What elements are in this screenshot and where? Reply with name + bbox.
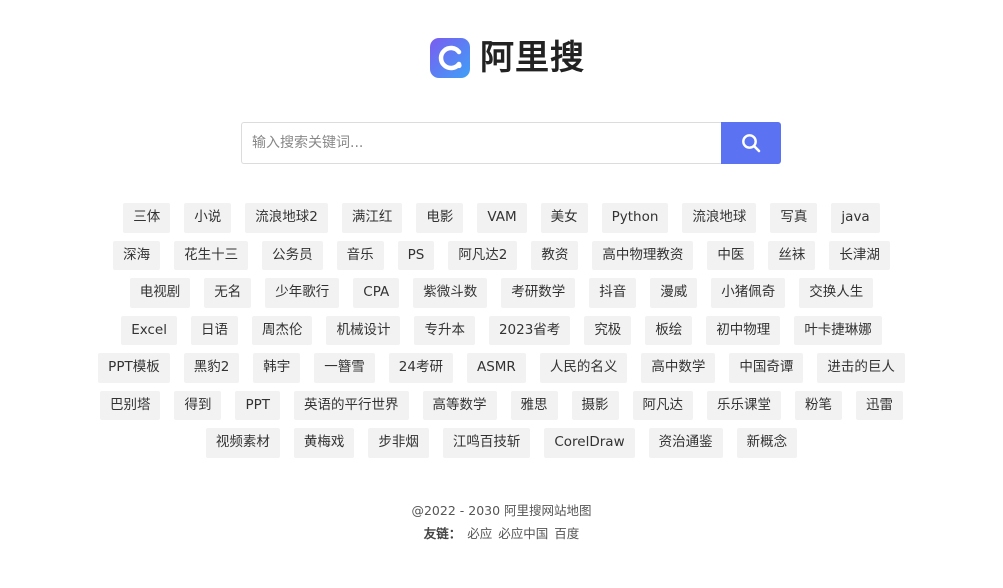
- keyword-tag[interactable]: 电视剧: [129, 278, 191, 308]
- keyword-tag[interactable]: 巴别塔: [99, 390, 161, 420]
- keyword-tag[interactable]: 小猪佩奇: [711, 278, 786, 308]
- keyword-tag[interactable]: 阿凡达: [632, 390, 694, 420]
- keyword-tag[interactable]: 流浪地球2: [245, 203, 328, 233]
- keyword-tag[interactable]: 得到: [174, 390, 222, 420]
- keyword-tag[interactable]: PPT模板: [98, 353, 170, 383]
- keyword-tag[interactable]: 写真: [770, 203, 818, 233]
- keyword-tag[interactable]: CorelDraw: [544, 428, 635, 458]
- keyword-tag[interactable]: 韩宇: [253, 353, 301, 383]
- keyword-tag[interactable]: 粉笔: [795, 390, 843, 420]
- friend-links: 友链： 必应 必应中国 百度: [0, 525, 1003, 543]
- keyword-tag[interactable]: 专升本: [414, 315, 475, 345]
- keyword-tag[interactable]: 无名: [204, 278, 252, 308]
- keyword-tag[interactable]: 丝袜: [768, 240, 816, 270]
- keyword-tag[interactable]: 深海: [113, 240, 161, 270]
- keyword-tag[interactable]: 教资: [531, 240, 579, 270]
- keyword-tag[interactable]: 英语的平行世界: [294, 390, 409, 420]
- keyword-tag[interactable]: 考研数学: [501, 278, 576, 308]
- search-icon: [742, 134, 761, 153]
- keyword-tag[interactable]: 一簪雪: [314, 353, 375, 383]
- keyword-tag[interactable]: 视频素材: [205, 428, 280, 458]
- keyword-tag[interactable]: 周杰伦: [251, 315, 313, 345]
- search-input[interactable]: [241, 122, 721, 164]
- keyword-tag[interactable]: java: [831, 203, 880, 233]
- friend-link-baidu[interactable]: 百度: [554, 526, 579, 541]
- keyword-tag[interactable]: 黄梅戏: [293, 428, 355, 458]
- keyword-tag[interactable]: PS: [397, 240, 435, 270]
- keyword-tag[interactable]: 2023省考: [488, 315, 571, 345]
- keyword-tag[interactable]: 机械设计: [326, 315, 401, 345]
- keyword-tag[interactable]: 高等数学: [422, 390, 497, 420]
- keyword-tag[interactable]: 进击的巨人: [817, 353, 905, 383]
- keyword-tag[interactable]: 长津湖: [829, 240, 890, 270]
- keyword-tag[interactable]: 中医: [707, 240, 755, 270]
- keyword-tag[interactable]: 叶卡捷琳娜: [794, 315, 882, 345]
- friend-link-bing-china[interactable]: 必应中国: [498, 526, 548, 541]
- keyword-tag[interactable]: 公务员: [262, 240, 323, 270]
- keyword-tag[interactable]: 人民的名义: [539, 353, 628, 383]
- page: 阿里搜 三体小说流浪地球2 满江红电影 VAM 美女 Python 流浪地球写真 java 深…: [0, 0, 1003, 588]
- keyword-tag[interactable]: ASMR: [466, 353, 526, 383]
- keyword-tag[interactable]: 高中物理教资: [592, 240, 694, 270]
- keyword-tag[interactable]: 三体: [123, 203, 171, 233]
- keyword-tag[interactable]: PPT: [235, 390, 281, 420]
- keyword-tag[interactable]: 中国奇谭: [729, 353, 804, 383]
- keyword-tag[interactable]: 少年歌行: [265, 278, 340, 308]
- keyword-tag[interactable]: 抖音: [589, 278, 637, 308]
- keyword-tag[interactable]: 满江红: [341, 203, 403, 233]
- keyword-tag[interactable]: 黑豹2: [183, 353, 240, 383]
- keyword-tag[interactable]: 究极: [584, 315, 632, 345]
- keyword-tag[interactable]: 流浪地球: [682, 203, 757, 233]
- keyword-tag[interactable]: 板绘: [645, 315, 693, 345]
- keyword-tag[interactable]: 高中数学: [641, 353, 716, 383]
- keyword-tag[interactable]: 江鸣百技斩: [442, 428, 531, 458]
- keyword-tag[interactable]: 日语: [190, 315, 238, 345]
- keyword-tag[interactable]: Python: [601, 203, 669, 233]
- keyword-tag[interactable]: 紫微斗数: [413, 278, 488, 308]
- keyword-tag[interactable]: 雅思: [510, 390, 558, 420]
- friend-link-bing[interactable]: 必应: [467, 526, 492, 541]
- copyright: @2022 - 2030 阿里搜网站地图: [411, 503, 592, 518]
- keyword-tag[interactable]: 电影: [416, 203, 464, 233]
- keyword-tag[interactable]: 步非烟: [368, 428, 429, 458]
- site-logo[interactable]: 阿里搜: [430, 38, 585, 78]
- keyword-tag[interactable]: 资治通鉴: [648, 428, 723, 458]
- search-button[interactable]: [721, 122, 781, 164]
- keyword-tag[interactable]: VAM: [477, 203, 527, 233]
- hot-keywords: 三体 小说 流浪地球2 满江红 电影 VAM 美女 Python 流浪地球 写真 java 深海 花生十…: [96, 203, 907, 458]
- keyword-tag[interactable]: Excel: [121, 315, 177, 345]
- keyword-tag[interactable]: 交换人生: [799, 278, 874, 308]
- keyword-tag[interactable]: 音乐: [336, 240, 384, 270]
- keyword-tag[interactable]: 初中物理: [706, 315, 781, 345]
- keyword-tag[interactable]: 漫威: [650, 278, 698, 308]
- footer: @2022 - 2030 阿里搜网站地图 友链： 必应 必应中国 百度: [0, 502, 1003, 543]
- keyword-tag[interactable]: 乐乐课堂: [707, 390, 782, 420]
- friend-links-label: 友链：: [423, 526, 462, 541]
- keyword-tag[interactable]: CPA: [353, 278, 400, 308]
- keyword-tag[interactable]: 新概念: [736, 428, 798, 458]
- keyword-tag[interactable]: 美女: [540, 203, 588, 233]
- keyword-tag[interactable]: 阿凡达2: [448, 240, 518, 270]
- logo-icon: [430, 38, 470, 78]
- search-bar: [241, 122, 781, 164]
- brand-name: 阿里搜: [480, 38, 585, 78]
- keyword-tag[interactable]: 小说: [184, 203, 232, 233]
- keyword-tag[interactable]: 24考研: [388, 353, 453, 383]
- keyword-tag[interactable]: 迅雷: [856, 390, 904, 420]
- keyword-tag[interactable]: 摄影: [571, 390, 619, 420]
- keyword-tag[interactable]: 花生十三: [174, 240, 249, 270]
